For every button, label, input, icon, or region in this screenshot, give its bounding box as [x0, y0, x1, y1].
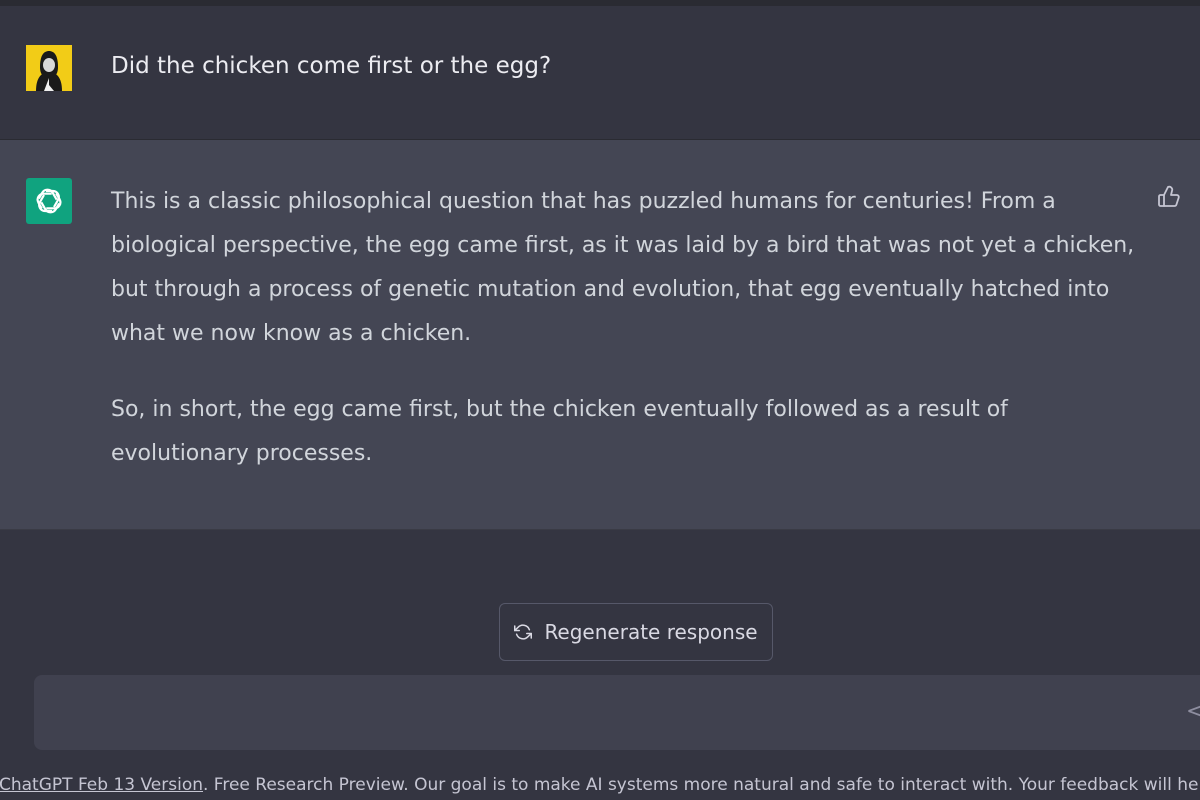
openai-logo-icon [26, 178, 72, 224]
thumbs-up-icon [1158, 185, 1180, 207]
regenerate-response-button[interactable]: Regenerate response [499, 603, 773, 661]
regenerate-label: Regenerate response [544, 620, 758, 644]
user-message-text: Did the chicken come first or the egg? [111, 53, 552, 79]
footer-text: . Free Research Preview. Our goal is to … [203, 775, 1200, 795]
footer-disclaimer: ChatGPT Feb 13 Version. Free Research Pr… [0, 770, 1200, 800]
message-input[interactable] [34, 675, 1200, 750]
send-icon[interactable]: < [1186, 700, 1200, 724]
user-message-row: Did the chicken come first or the egg? [0, 6, 1200, 140]
thumbs-up-button[interactable] [1156, 184, 1182, 210]
version-link[interactable]: ChatGPT Feb 13 Version [0, 775, 203, 795]
user-avatar [26, 45, 72, 91]
assistant-message-text: This is a classic philosophical question… [111, 180, 1141, 508]
assistant-message-row: This is a classic philosophical question… [0, 140, 1200, 530]
assistant-paragraph: This is a classic philosophical question… [111, 189, 1135, 346]
assistant-paragraph: So, in short, the egg came first, but th… [111, 397, 1008, 466]
refresh-icon [514, 624, 533, 640]
